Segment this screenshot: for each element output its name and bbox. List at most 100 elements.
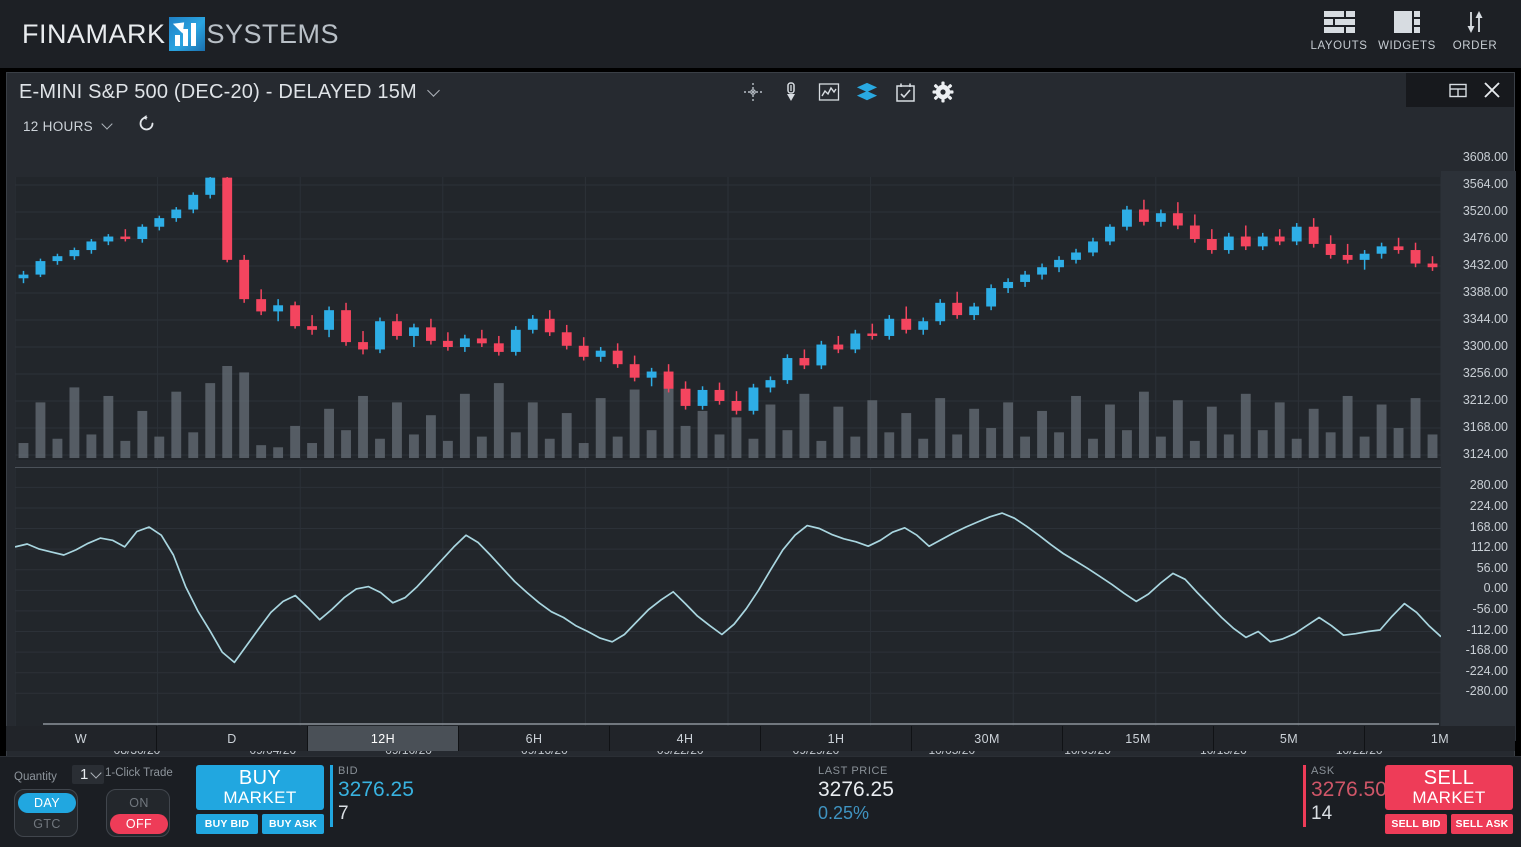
line-chart-icon[interactable] <box>818 81 840 103</box>
grid-layout-icon <box>1324 7 1355 37</box>
calendar-icon[interactable] <box>894 81 916 103</box>
restore-icon[interactable] <box>1448 80 1468 100</box>
tab-1M[interactable]: 1M <box>1365 726 1515 751</box>
indicator-axis-tick: -56.00 <box>1473 602 1508 616</box>
bid-quote: BID 3276.25 7 <box>338 765 414 825</box>
price-axis-tick: 3608.00 <box>1463 150 1508 164</box>
brand-logo-mark <box>169 17 205 51</box>
buy-market-button[interactable]: BUY MARKET <box>196 765 324 810</box>
app-header: FINAMARK SYSTEMS LAYOUTS <box>0 0 1521 68</box>
quantity-group: Quantity 1 <box>14 767 90 785</box>
chart-instrument-title: E-MINI S&P 500 (DEC-20) - DELAYED 15M <box>19 81 417 104</box>
tab-5M[interactable]: 5M <box>1214 726 1365 751</box>
price-axis-tick: 3212.00 <box>1463 393 1508 407</box>
oneclick-on-option[interactable]: ON <box>110 793 168 813</box>
bid-price: 3276.25 <box>338 778 414 802</box>
indicator-axis-tick: -224.00 <box>1466 664 1508 678</box>
price-axis-tick: 3520.00 <box>1463 204 1508 218</box>
tab-30M[interactable]: 30M <box>912 726 1063 751</box>
tab-4H[interactable]: 4H <box>610 726 761 751</box>
indicator-axis-tick: -280.00 <box>1466 684 1508 698</box>
indicator-axis-tick: 224.00 <box>1470 499 1508 513</box>
refresh-icon[interactable] <box>137 114 156 138</box>
price-axis-tick: 3168.00 <box>1463 420 1508 434</box>
tab-6H[interactable]: 6H <box>459 726 610 751</box>
last-price-quote: LAST PRICE 3276.25 0.25% <box>818 765 894 824</box>
tab-label: W <box>75 732 87 746</box>
trade-bar: Quantity 1 DAY GTC 1-Click Trade ON OFF … <box>0 756 1521 847</box>
ask-quote: ASK 3276.50 14 <box>1311 765 1387 825</box>
sell-bid-button[interactable]: SELL BID <box>1385 814 1447 834</box>
chart-toolbar <box>742 81 954 103</box>
instrument-chevron-down-icon[interactable] <box>427 84 440 97</box>
tab-D[interactable]: D <box>157 726 308 751</box>
price-candlestick-pane[interactable] <box>15 177 1441 460</box>
tif-day-option[interactable]: DAY <box>18 793 76 813</box>
brand-logo: FINAMARK SYSTEMS <box>22 11 339 57</box>
buy-ask-button[interactable]: BUY ASK <box>262 814 324 834</box>
chart-panel: E-MINI S&P 500 (DEC-20) - DELAYED 15M <box>6 72 1515 765</box>
time-in-force-toggle[interactable]: DAY GTC <box>14 789 78 837</box>
tif-gtc-option[interactable]: GTC <box>18 814 76 834</box>
order-button[interactable]: ORDER <box>1441 4 1509 52</box>
tab-W[interactable]: W <box>6 726 157 751</box>
price-axis-tick: 3564.00 <box>1463 177 1508 191</box>
tab-label: 12H <box>371 732 395 746</box>
bid-label: BID <box>338 765 414 777</box>
bid-size: 7 <box>338 803 414 825</box>
widgets-button[interactable]: WIDGETS <box>1373 4 1441 52</box>
sell-market-line2: MARKET <box>1412 789 1485 807</box>
order-label: ORDER <box>1453 40 1498 52</box>
buy-market-line1: BUY <box>239 768 281 789</box>
drawing-pen-icon[interactable] <box>780 81 802 103</box>
price-axis-tick: 3344.00 <box>1463 312 1508 326</box>
tab-label: D <box>227 732 236 746</box>
quantity-label: Quantity <box>14 771 57 783</box>
quantity-stepper[interactable]: 1 <box>72 765 104 784</box>
brand-name-primary: FINAMARK <box>22 19 166 50</box>
brand-name-secondary: SYSTEMS <box>207 19 340 50</box>
tab-label: 6H <box>526 732 543 746</box>
price-axis[interactable]: 3608.003564.003520.003476.003432.003388.… <box>1441 171 1516 741</box>
last-price-value: 3276.25 <box>818 778 894 802</box>
ask-size: 14 <box>1311 803 1387 825</box>
oneclick-trade-toggle[interactable]: ON OFF <box>106 789 170 837</box>
layouts-button[interactable]: LAYOUTS <box>1305 4 1373 52</box>
layers-icon[interactable] <box>856 81 878 103</box>
window-controls <box>1406 73 1514 107</box>
indicator-pane[interactable] <box>15 467 1441 735</box>
tab-label: 15M <box>1125 732 1151 746</box>
buy-controls: BUY MARKET BUY BID BUY ASK <box>196 765 324 834</box>
close-icon[interactable] <box>1482 80 1502 100</box>
sell-ask-button[interactable]: SELL ASK <box>1451 814 1513 834</box>
ask-accent-bar <box>1303 765 1306 827</box>
crosshair-icon[interactable] <box>742 81 764 103</box>
tab-label: 1M <box>1431 732 1449 746</box>
ask-price: 3276.50 <box>1311 778 1387 802</box>
candlestick-canvas <box>15 177 1441 460</box>
indicator-canvas <box>15 468 1441 736</box>
price-axis-tick: 3388.00 <box>1463 285 1508 299</box>
tab-label: 1H <box>828 732 845 746</box>
last-price-label: LAST PRICE <box>818 765 894 777</box>
tab-label: 4H <box>677 732 694 746</box>
price-axis-tick: 3256.00 <box>1463 366 1508 380</box>
tab-12H[interactable]: 12H <box>308 726 459 751</box>
oneclick-trade-label: 1-Click Trade <box>105 767 173 779</box>
oneclick-off-option[interactable]: OFF <box>110 814 168 834</box>
tab-1H[interactable]: 1H <box>761 726 912 751</box>
interval-chevron-down-icon[interactable] <box>101 118 112 129</box>
sell-controls: SELL MARKET SELL BID SELL ASK <box>1385 765 1513 834</box>
widgets-panel-icon <box>1394 7 1420 37</box>
indicator-axis-tick: -168.00 <box>1466 643 1508 657</box>
buy-bid-button[interactable]: BUY BID <box>196 814 258 834</box>
chart-interval-label: 12 HOURS <box>23 119 93 134</box>
sell-market-button[interactable]: SELL MARKET <box>1385 765 1513 810</box>
widgets-label: WIDGETS <box>1378 40 1436 52</box>
quantity-chevron-down-icon[interactable] <box>91 767 102 778</box>
header-actions: LAYOUTS WIDGETS <box>1305 0 1509 68</box>
chart-plot-area[interactable]: 3608.003564.003520.003476.003432.003388.… <box>7 147 1516 765</box>
tab-15M[interactable]: 15M <box>1063 726 1214 751</box>
gear-icon[interactable] <box>932 81 954 103</box>
last-price-change-pct: 0.25% <box>818 803 894 824</box>
